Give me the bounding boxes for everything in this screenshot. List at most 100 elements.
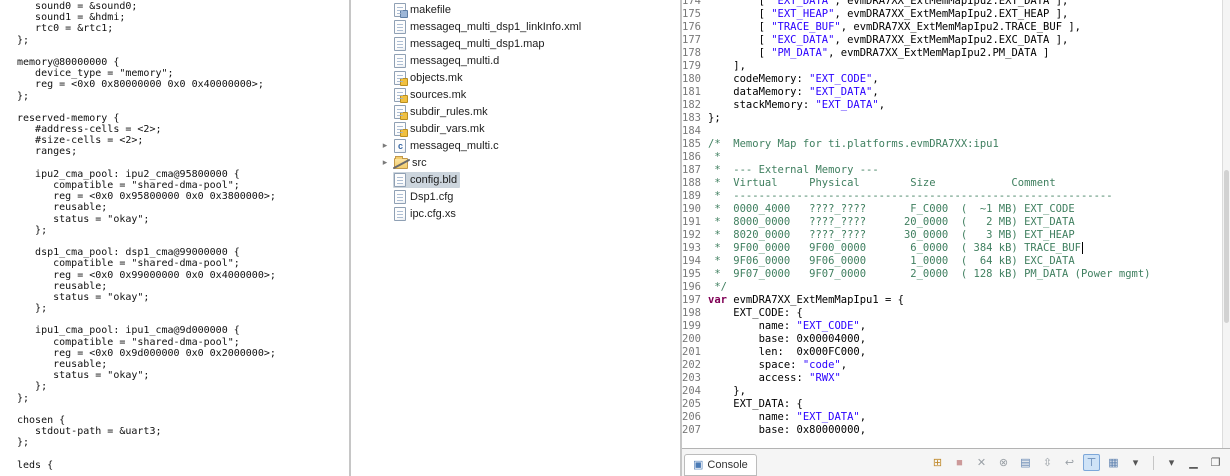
tree-item-config.bld[interactable]: config.bld (351, 171, 680, 188)
editor-line: 183}; (682, 112, 1222, 125)
code-line: reusable; (17, 280, 108, 292)
code-line: }; (17, 303, 48, 315)
tree-item-ipc.cfg.xs[interactable]: ipc.cfg.xs (351, 205, 680, 222)
line-number: 192 (682, 229, 701, 241)
pin-console-icon[interactable]: ⊤ (1083, 454, 1100, 471)
scroll-lock-icon[interactable]: ⇳ (1039, 454, 1056, 471)
tree-item-body: Dsp1.cfg (393, 189, 456, 205)
tree-item-messageq_multi.d[interactable]: messageq_multi.d (351, 52, 680, 69)
console-toolbar: ▣ Console ⊞ ■ ✕ ⊗ ▤ ⇳ ↩ ⊤ ▦ ▾ ▾ ▁ ❐ (682, 448, 1230, 476)
line-number: 194 (682, 255, 701, 267)
word-wrap-icon[interactable]: ↩ (1061, 454, 1078, 471)
config-editor-content[interactable]: 174 [ "EXT_DATA", evmDRA7XX_ExtMemMapIpu… (682, 0, 1222, 448)
line-number: 204 (682, 385, 701, 397)
config-editor-panel: 174 [ "EXT_DATA", evmDRA7XX_ExtMemMapIpu… (682, 0, 1230, 476)
tree-item-body: sources.mk (393, 87, 469, 103)
line-number: 200 (682, 333, 701, 345)
code-line: chosen { (17, 414, 66, 426)
code-line: leds { (17, 459, 54, 471)
expand-arrow-icon[interactable]: ▸ (377, 140, 393, 151)
doc-file-icon (394, 189, 406, 204)
tree-item-label: messageq_multi_dsp1.map (410, 37, 545, 50)
editor-line: 205 EXT_DATA: { (682, 398, 1222, 411)
tree-item-messageq_multi_dsp1_linkInfo.xml[interactable]: messageq_multi_dsp1_linkInfo.xml (351, 18, 680, 35)
remove-all-launches-icon[interactable]: ⊗ (995, 454, 1012, 471)
code-line: status = "okay"; (17, 213, 150, 225)
code-line: ranges; (17, 146, 78, 158)
dts-editor-content[interactable]: sound0 = &sound0; sound1 = &hdmi; rtc0 =… (0, 0, 349, 471)
ide-window: sound0 = &sound0; sound1 = &hdmi; rtc0 =… (0, 0, 1230, 476)
expand-arrow-icon[interactable]: ▸ (377, 157, 393, 168)
editor-line: 176 [ "TRACE_BUF", evmDRA7XX_ExtMemMapIp… (682, 21, 1222, 34)
tree-item-body: messageq_multi.c (393, 138, 502, 154)
editor-line: 182 stackMemory: "EXT_DATA", (682, 99, 1222, 112)
mk-file-icon (394, 70, 408, 86)
code-line: memory@80000000 { (17, 56, 120, 68)
editor-line: 177 [ "EXC_DATA", evmDRA7XX_ExtMemMapIpu… (682, 34, 1222, 47)
maximize-icon[interactable]: ❐ (1207, 454, 1224, 471)
code-text: * --- External Memory --- (708, 164, 879, 176)
dts-editor-panel: sound0 = &sound0; sound1 = &hdmi; rtc0 =… (0, 0, 351, 476)
editor-line: 192 * 8020_0000 ????_???? 30_0000 ( 3 MB… (682, 229, 1222, 242)
tree-item-subdir_vars.mk[interactable]: subdir_vars.mk (351, 120, 680, 137)
editor-line: 179 ], (682, 60, 1222, 73)
line-number: 180 (682, 73, 701, 85)
console-tab[interactable]: ▣ Console (684, 453, 757, 476)
code-text: [ "TRACE_BUF", evmDRA7XX_ExtMemMapIpu2.T… (708, 21, 1081, 33)
tree-item-makefile[interactable]: makefile (351, 1, 680, 18)
code-line: device_type = "memory"; (17, 68, 174, 80)
code-text: [ "PM_DATA", evmDRA7XX_ExtMemMapIpu2.PM_… (708, 47, 1050, 59)
code-text: base: 0x00004000, (708, 333, 867, 345)
code-line: }; (17, 437, 30, 449)
doc-file-icon (394, 206, 406, 221)
scrollbar-thumb[interactable] (1224, 170, 1229, 323)
line-number: 199 (682, 320, 701, 332)
tree-item-label: subdir_rules.mk (410, 105, 488, 118)
code-line: }; (17, 224, 48, 236)
terminate-icon[interactable]: ■ (951, 454, 968, 471)
editor-line: 185 /* Memory Map for ti.platforms.evmDRA… (682, 138, 1222, 151)
code-line: #size-cells = <2>; (17, 135, 144, 147)
mk-file-icon (394, 87, 408, 103)
tree-item-objects.mk[interactable]: objects.mk (351, 69, 680, 86)
display-selected-console-icon[interactable]: ▦ (1105, 454, 1122, 471)
tree-item-src[interactable]: ▸ src (351, 154, 680, 171)
editor-line: 180 codeMemory: "EXT_CODE", (682, 73, 1222, 86)
code-text: EXT_CODE: { (708, 307, 803, 319)
console-actions: ⊞ ■ ✕ ⊗ ▤ ⇳ ↩ ⊤ ▦ ▾ ▾ ▁ ❐ (929, 454, 1224, 471)
code-text: * 9F00_0000 9F00_0000 6_0000 ( 384 kB) T… (708, 242, 1084, 255)
tree-item-label: objects.mk (410, 71, 463, 84)
editor-line: 191 * 8000_0000 ????_???? 20_0000 ( 2 MB… (682, 216, 1222, 229)
line-number: 189 (682, 190, 701, 202)
editor-line: 199 name: "EXT_CODE", (682, 320, 1222, 333)
console-icon: ▣ (693, 459, 704, 471)
code-text: name: "EXT_CODE", (708, 320, 867, 332)
clear-console-icon[interactable]: ▤ (1017, 454, 1034, 471)
view-menu-icon[interactable]: ▾ (1163, 454, 1180, 471)
tree-item-messageq_multi_dsp1.map[interactable]: messageq_multi_dsp1.map (351, 35, 680, 52)
tree-item-body: makefile (393, 2, 454, 18)
tree-item-subdir_rules.mk[interactable]: subdir_rules.mk (351, 103, 680, 120)
code-text: EXT_DATA: { (708, 398, 803, 410)
editor-line: 203 access: "RWX" (682, 372, 1222, 385)
minimize-icon[interactable]: ▁ (1185, 454, 1202, 471)
console-view-dropdown-icon[interactable]: ▾ (1127, 454, 1144, 471)
tree-item-body: src (393, 155, 430, 170)
editor-scrollbar[interactable] (1222, 0, 1230, 448)
tree-item-messageq_multi.c[interactable]: ▸ messageq_multi.c (351, 137, 680, 154)
code-text: * 9F07_0000 9F07_0000 2_0000 ( 128 kB) P… (708, 268, 1151, 280)
code-text: * (708, 151, 721, 163)
code-line: rtc0 = &rtc1; (17, 23, 114, 35)
tree-item-body: messageq_multi_dsp1.map (393, 36, 548, 52)
code-text: /* Memory Map for ti.platforms.evmDRA7XX… (708, 138, 999, 150)
tree-item-Dsp1.cfg[interactable]: Dsp1.cfg (351, 188, 680, 205)
line-number: 174 (682, 0, 701, 7)
remove-launch-icon[interactable]: ✕ (973, 454, 990, 471)
code-line: compatible = "shared-dma-pool"; (17, 180, 240, 191)
code-line: dsp1_cma_pool: dsp1_cma@99000000 { (17, 247, 240, 259)
tree-item-sources.mk[interactable]: sources.mk (351, 86, 680, 103)
open-console-icon[interactable]: ⊞ (929, 454, 946, 471)
line-number: 175 (682, 8, 701, 20)
